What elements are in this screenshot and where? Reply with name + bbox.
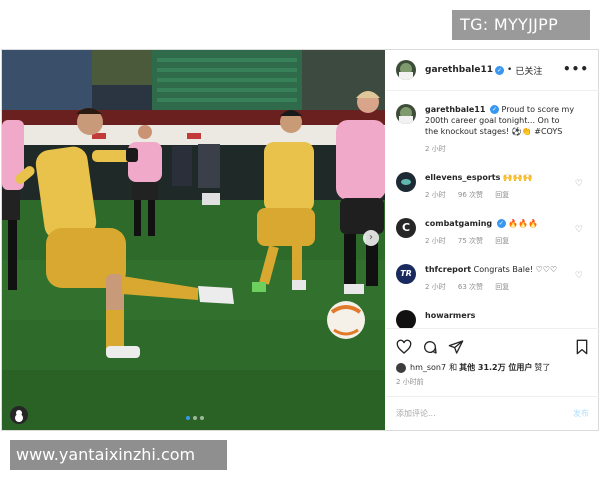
football-scene-image [2, 50, 385, 430]
verified-icon: ✓ [495, 65, 504, 75]
commenter-username[interactable]: ellevens_esports [425, 173, 500, 182]
liker-avatar[interactable] [396, 362, 406, 373]
liker-username[interactable]: hm_son7 [410, 363, 446, 372]
comment-heart-icon[interactable]: ♡ [575, 271, 583, 281]
user-tag-icon[interactable] [10, 406, 28, 424]
follow-status[interactable]: 已关注 [515, 64, 542, 77]
reply-button[interactable]: 回复 [495, 283, 509, 291]
likes-suffix: 赞了 [534, 363, 551, 372]
comment-item: ellevens_esports 🙌🙌🙌 2 小时 96 次赞 回复 ♡ [396, 172, 589, 201]
separator-dot: • [507, 65, 513, 75]
commenter-avatar[interactable] [396, 310, 416, 328]
comment-heart-icon[interactable]: ♡ [575, 179, 583, 189]
comment-likes[interactable]: 75 次赞 [458, 237, 483, 245]
more-icon[interactable]: ••• [563, 62, 589, 76]
likes-and: 和 [449, 363, 458, 372]
commenter-username[interactable]: thfcreport [425, 265, 471, 274]
comment-time: 2 小时 [425, 191, 446, 199]
watermark-bottom: www.yantaixinzhi.com [10, 440, 227, 470]
author-avatar[interactable] [396, 60, 416, 80]
comments-list: garethbale11 ✓ Proud to score my 200th c… [386, 92, 599, 328]
caption: garethbale11 ✓ Proud to score my 200th c… [396, 104, 589, 155]
comment-input[interactable] [396, 409, 573, 418]
caption-username[interactable]: garethbale11 [425, 105, 485, 114]
verified-icon: ✓ [490, 105, 499, 114]
comment-heart-icon[interactable]: ♡ [575, 225, 583, 235]
carousel-next-button[interactable]: › [363, 230, 379, 246]
instagram-post: › garethbale11 ✓ • 已关注 ••• garethbale11 [1, 49, 599, 431]
reply-button[interactable]: 回复 [495, 237, 509, 245]
comment-item: howarmers [396, 310, 589, 328]
comment-time: 2 小时 [425, 237, 446, 245]
share-icon[interactable] [448, 339, 464, 355]
comment-text: 🙌🙌🙌 [502, 173, 533, 182]
carousel-dot [186, 416, 190, 420]
heart-icon[interactable] [396, 339, 412, 355]
add-comment-bar: 发布 [386, 396, 599, 430]
commenter-avatar[interactable] [396, 264, 416, 284]
comment-likes[interactable]: 96 次赞 [458, 191, 483, 199]
comment-icon[interactable] [422, 339, 438, 355]
post-comment-button[interactable]: 发布 [573, 408, 589, 419]
commenter-username[interactable]: combatgaming [425, 219, 492, 228]
likes-others[interactable]: 其他 31.2万 位用户 [459, 362, 532, 373]
commenter-username[interactable]: howarmers [425, 311, 475, 320]
caption-time: 2 小时 [425, 145, 446, 153]
chevron-right-icon: › [369, 232, 373, 243]
likes-summary: hm_son7 和 其他 31.2万 位用户 赞了 [396, 362, 550, 373]
carousel-dot [200, 416, 204, 420]
comment-item: thfcreport Congrats Bale! ♡♡♡ 2 小时 63 次赞… [396, 264, 589, 293]
bookmark-icon[interactable] [575, 339, 589, 355]
post-actions: hm_son7 和 其他 31.2万 位用户 赞了 2 小时前 [386, 328, 599, 388]
post-header: garethbale11 ✓ • 已关注 ••• [386, 50, 599, 91]
author-username[interactable]: garethbale11 [425, 65, 493, 75]
comment-text: 🔥🔥🔥 [508, 219, 539, 228]
comment-text: Congrats Bale! ♡♡♡ [473, 265, 558, 274]
commenter-avatar[interactable] [396, 218, 416, 238]
comment-time: 2 小时 [425, 283, 446, 291]
carousel-dot [193, 416, 197, 420]
post-side-panel: garethbale11 ✓ • 已关注 ••• garethbale11 ✓ … [386, 50, 599, 430]
reply-button[interactable]: 回复 [495, 191, 509, 199]
comment-item: combatgaming ✓ 🔥🔥🔥 2 小时 75 次赞 回复 ♡ [396, 218, 589, 247]
commenter-avatar[interactable] [396, 172, 416, 192]
post-photo[interactable]: › [2, 50, 385, 430]
verified-icon: ✓ [496, 219, 506, 228]
post-timestamp: 2 小时前 [396, 378, 424, 386]
comment-likes[interactable]: 63 次赞 [458, 283, 483, 291]
carousel-indicator [186, 416, 204, 420]
watermark-top: TG: MYYJJPP [452, 10, 590, 40]
caption-avatar[interactable] [396, 104, 416, 124]
